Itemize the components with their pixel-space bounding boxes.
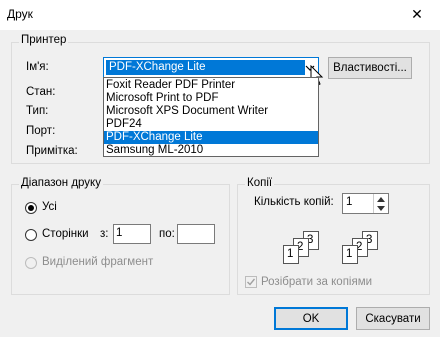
printer-option[interactable]: PDF24: [104, 118, 318, 131]
printer-status-label: Стан:: [26, 86, 56, 98]
printer-name-label: Ім'я:: [26, 61, 49, 73]
printer-group-label: Принтер: [19, 34, 69, 46]
spin-divider: [373, 194, 374, 213]
printer-option[interactable]: Microsoft Print to PDF: [104, 92, 318, 105]
range-selection-label: Виділений фрагмент: [42, 256, 154, 268]
print-range-group-label: Діапазон друку: [19, 177, 103, 189]
title-bar: [0, 0, 440, 30]
spin-down-icon[interactable]: [376, 205, 386, 212]
page-number: 1: [287, 248, 294, 260]
printer-option[interactable]: Microsoft XPS Document Writer: [104, 105, 318, 118]
checkmark-icon: [247, 278, 256, 286]
cancel-button[interactable]: Скасувати: [356, 307, 430, 330]
page-number: 1: [346, 248, 353, 260]
copies-count-value: 1: [346, 196, 353, 208]
collate-illustration: 3 2 1 3 2 1: [279, 226, 379, 266]
printer-type-label: Тип:: [26, 105, 49, 117]
range-from-input[interactable]: 1: [113, 224, 151, 244]
printer-option-selected[interactable]: PDF-XChange Lite: [104, 131, 318, 144]
range-from-label: з:: [100, 228, 109, 240]
properties-button[interactable]: Властивості...: [328, 57, 412, 79]
range-pages-radio[interactable]: [25, 229, 37, 241]
window-title: Друк: [7, 7, 33, 21]
printer-select-value: PDF-XChange Lite: [106, 60, 305, 75]
collate-checkbox[interactable]: [245, 276, 257, 288]
printer-option[interactable]: Samsung ML-2010: [104, 144, 318, 157]
printer-dropdown-list: Foxit Reader PDF Printer Microsoft Print…: [103, 77, 319, 157]
page-icon: 1: [283, 245, 299, 264]
range-to-label: по:: [159, 228, 175, 240]
range-to-input[interactable]: [177, 224, 215, 244]
copies-group-label: Копії: [245, 177, 275, 189]
copies-count-input[interactable]: 1: [342, 193, 389, 214]
ok-button[interactable]: OK: [274, 307, 348, 330]
printer-select[interactable]: PDF-XChange Lite: [103, 57, 319, 78]
spin-up-icon[interactable]: [376, 196, 386, 203]
page-icon: 1: [342, 245, 358, 264]
range-all-label[interactable]: Усі: [42, 201, 57, 213]
copies-count-label: Кількість копій:: [254, 196, 334, 208]
printer-port-label: Порт:: [26, 125, 56, 137]
printer-option[interactable]: Foxit Reader PDF Printer: [104, 79, 318, 92]
collate-label: Розібрати за копіями: [261, 276, 373, 288]
printer-comment-label: Примітка:: [26, 145, 78, 157]
close-icon[interactable]: ✕: [405, 3, 429, 25]
range-pages-label[interactable]: Сторінки: [42, 228, 89, 240]
range-selection-radio[interactable]: [25, 257, 37, 269]
range-all-radio[interactable]: [25, 202, 37, 214]
